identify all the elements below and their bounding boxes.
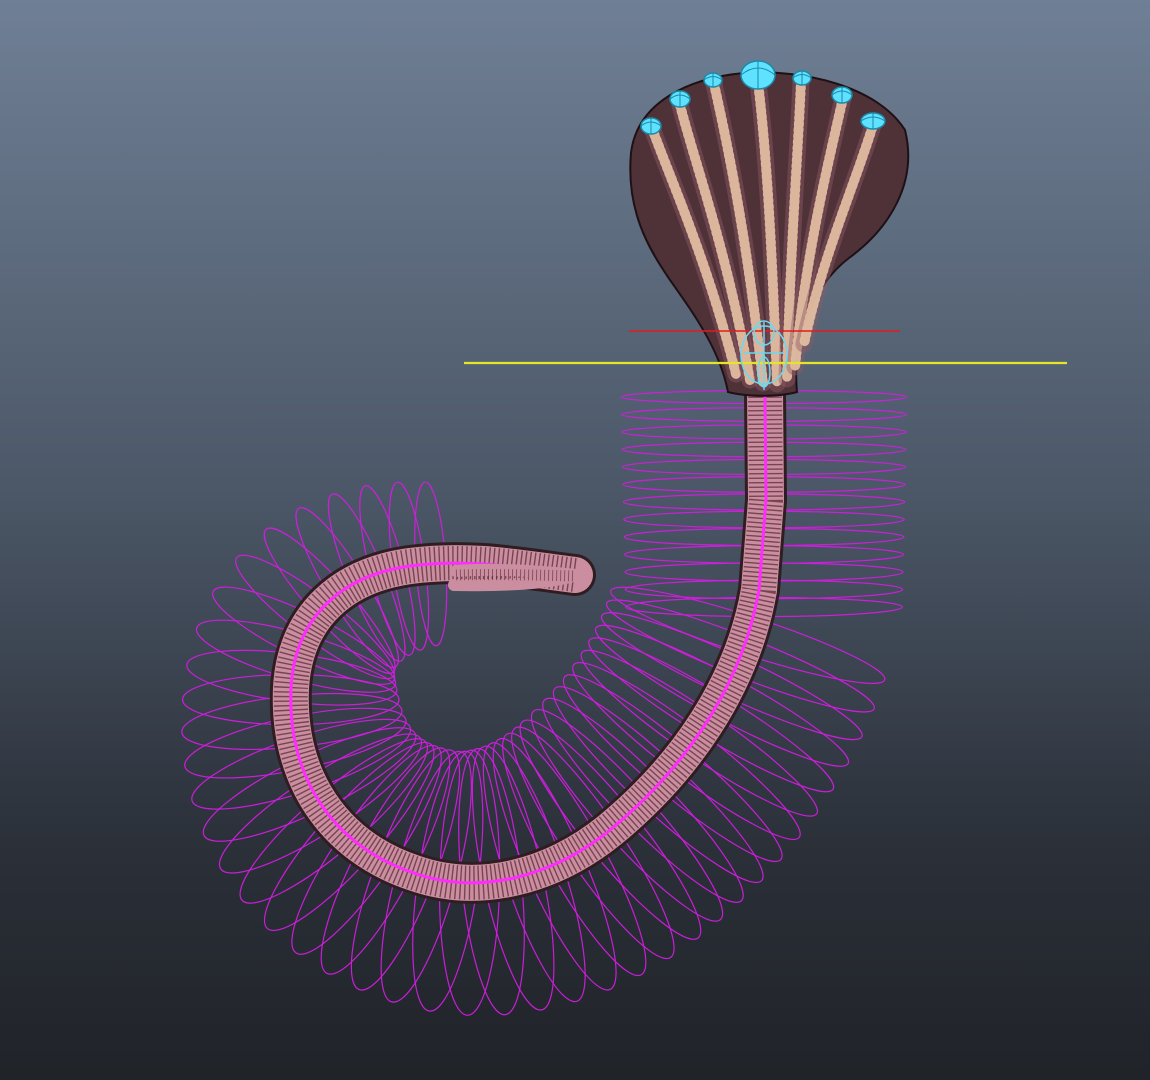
head-ribs xyxy=(643,65,883,393)
viewport-canvas[interactable] xyxy=(0,0,1150,1080)
3d-viewport[interactable] xyxy=(0,0,1150,1080)
